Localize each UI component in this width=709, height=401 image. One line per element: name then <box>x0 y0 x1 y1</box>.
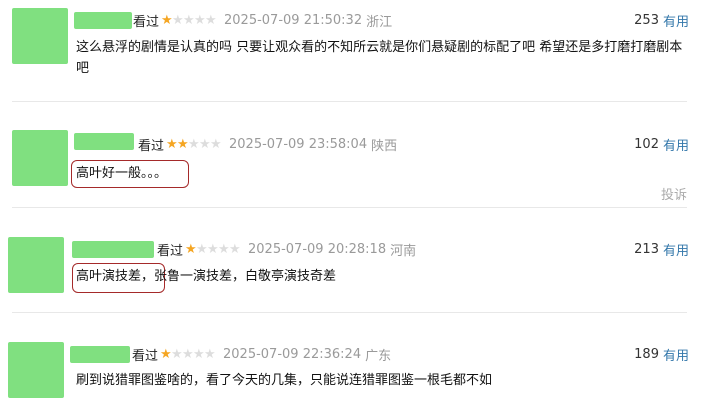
star-rating: ★ ★ ★ ★ ★ <box>161 12 217 28</box>
vote-count: 189 <box>634 346 659 362</box>
star-rating: ★ ★ ★ ★ ★ <box>185 241 241 257</box>
avatar[interactable] <box>12 8 68 64</box>
useful-button[interactable]: 有用 <box>663 11 689 30</box>
divider <box>12 101 687 102</box>
avatar[interactable] <box>8 237 64 293</box>
star-rating: ★ ★ ★ ★ ★ <box>166 136 222 152</box>
comment-time: 2025-07-09 21:50:32 <box>224 12 363 28</box>
star-rating: ★ ★ ★ ★ ★ <box>160 346 216 362</box>
star-empty-icon: ★ <box>182 346 194 362</box>
watch-status: 看过 <box>157 243 184 259</box>
star-empty-icon: ★ <box>172 12 184 28</box>
comment-time: 2025-07-09 20:28:18 <box>248 241 387 257</box>
star-empty-icon: ★ <box>207 241 219 257</box>
comment-time: 2025-07-09 23:58:04 <box>229 136 368 152</box>
star-empty-icon: ★ <box>204 346 216 362</box>
comment-meta: 看过 ★ ★ ★ ★ ★ 2025-07-09 23:58:04 陕西 <box>138 134 397 154</box>
comment-meta: 看过 ★ ★ ★ ★ ★ 2025-07-09 22:36:24 广东 <box>132 344 391 364</box>
avatar[interactable] <box>12 130 68 186</box>
comment-text: 这么悬浮的剧情是认真的吗 只要让观众看的不知所云就是你们悬疑剧的标配了吧 希望还… <box>76 40 683 76</box>
useful-button[interactable]: 有用 <box>663 135 689 154</box>
comment-location: 陕西 <box>371 138 398 154</box>
star-filled-icon: ★ <box>160 346 172 362</box>
comment-location: 河南 <box>390 243 417 259</box>
vote-area: 213 有用 <box>634 239 689 259</box>
star-empty-icon: ★ <box>199 136 211 152</box>
star-empty-icon: ★ <box>205 12 217 28</box>
star-empty-icon: ★ <box>188 136 200 152</box>
star-empty-icon: ★ <box>193 346 205 362</box>
star-filled-icon: ★ <box>166 136 178 152</box>
watch-status: 看过 <box>132 348 159 364</box>
star-filled-icon: ★ <box>185 241 197 257</box>
username[interactable] <box>72 241 154 258</box>
watch-status: 看过 <box>138 138 165 154</box>
watch-status: 看过 <box>133 14 160 30</box>
star-empty-icon: ★ <box>218 241 230 257</box>
star-empty-icon: ★ <box>183 12 195 28</box>
star-empty-icon: ★ <box>210 136 222 152</box>
vote-count: 253 <box>634 12 659 28</box>
comment-location: 广东 <box>365 348 392 364</box>
comment-meta: 看过 ★ ★ ★ ★ ★ 2025-07-09 21:50:32 浙江 <box>133 10 392 30</box>
comment-meta: 看过 ★ ★ ★ ★ ★ 2025-07-09 20:28:18 河南 <box>157 239 416 259</box>
avatar[interactable] <box>8 342 64 398</box>
username[interactable] <box>74 12 132 29</box>
report-button[interactable]: 投诉 <box>661 184 687 203</box>
comment-text: 高叶好一般。。。 <box>76 166 168 181</box>
comment-text: 高叶演技差，张鲁一演技差，白敬亭演技奇差 <box>76 269 337 284</box>
useful-button[interactable]: 有用 <box>663 345 689 364</box>
star-empty-icon: ★ <box>194 12 206 28</box>
star-filled-icon: ★ <box>177 136 189 152</box>
username[interactable] <box>70 346 130 363</box>
star-empty-icon: ★ <box>229 241 241 257</box>
vote-count: 213 <box>634 241 659 257</box>
vote-count: 102 <box>634 136 659 152</box>
star-empty-icon: ★ <box>171 346 183 362</box>
star-filled-icon: ★ <box>161 12 173 28</box>
comment-location: 浙江 <box>366 14 393 30</box>
vote-area: 102 有用 <box>634 134 689 154</box>
vote-area: 189 有用 <box>634 344 689 364</box>
divider <box>12 207 687 208</box>
divider <box>12 312 687 313</box>
vote-area: 253 有用 <box>634 10 689 30</box>
username[interactable] <box>74 133 134 150</box>
comment-time: 2025-07-09 22:36:24 <box>223 346 362 362</box>
useful-button[interactable]: 有用 <box>663 240 689 259</box>
star-empty-icon: ★ <box>196 241 208 257</box>
comment-text: 刷到说猎罪图鉴啥的，看了今天的几集，只能说连猎罪图鉴一根毛都不如 <box>76 373 493 388</box>
